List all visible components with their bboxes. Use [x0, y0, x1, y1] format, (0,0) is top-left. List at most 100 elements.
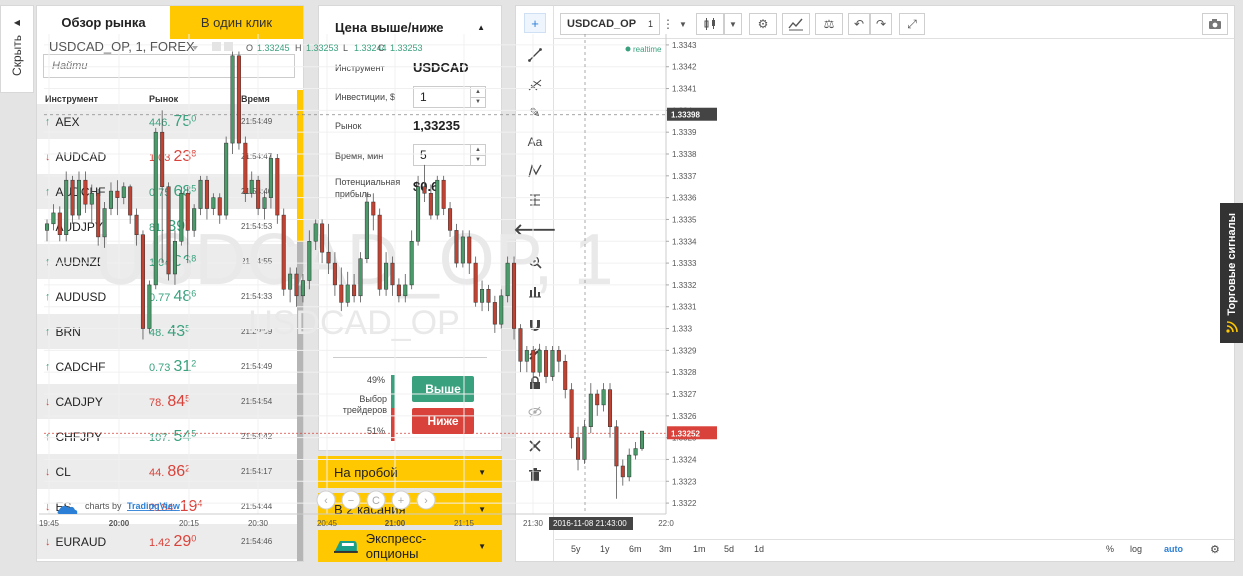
market-row-instrument: ↓ EURAUD [37, 535, 149, 549]
candle-body [384, 262, 389, 290]
tradingview-link[interactable]: TradingView [127, 501, 181, 511]
candle-body [601, 389, 606, 406]
candle-body [563, 361, 568, 390]
credit-prefix: charts by [85, 501, 122, 511]
more-vertical-icon[interactable]: ⋮ [661, 13, 675, 35]
timeframe-1d[interactable]: 1d [754, 544, 764, 554]
candle-body [403, 284, 408, 297]
timeframe-1y[interactable]: 1y [600, 544, 610, 554]
candle-body [134, 214, 139, 235]
chart-symbol-title: USDCAD_OP, 1, FOREX [49, 39, 195, 54]
ohlc-l-label: L [343, 43, 348, 53]
candle-body [140, 234, 145, 329]
candle-body [364, 201, 369, 259]
symbol-search[interactable]: USDCAD_OP 1 [560, 13, 660, 35]
trading-signals-tab[interactable]: Торговые сигналы [1220, 203, 1243, 343]
candle-body [428, 193, 433, 216]
timeframe-5d[interactable]: 5d [724, 544, 734, 554]
candle-body [588, 393, 593, 427]
symbol-name: USDCAD_OP [567, 18, 637, 30]
camera-icon[interactable] [1202, 13, 1228, 35]
candle-body [492, 302, 497, 325]
timeframe-6m[interactable]: 6m [629, 544, 642, 554]
candle-body [332, 262, 337, 286]
hide-panel-tab[interactable]: ◀ Скрыть [0, 5, 34, 93]
price-tick-label: 1.3331 [672, 303, 697, 312]
candle-body [44, 223, 50, 231]
price-tick-label: 1.3333 [672, 259, 697, 268]
candle-body [217, 197, 222, 216]
option-express-title: Экспресс-опционы [334, 531, 478, 561]
candle-body [160, 131, 165, 187]
candle-body [262, 197, 267, 209]
last-price-label: 1.33252 [671, 429, 700, 438]
candle-body [639, 430, 645, 449]
candle-body [358, 258, 363, 297]
instrument-name: EURAUD [55, 534, 107, 549]
ohlc-c-label: C [378, 43, 385, 53]
interval-dropdown-icon[interactable]: ▼ [676, 13, 690, 35]
price-tick-label: 1.3343 [672, 41, 697, 50]
candle-body [236, 55, 241, 144]
candle-body [57, 212, 62, 235]
style-dropdown-icon[interactable]: ▼ [724, 13, 742, 35]
settings-square-icon[interactable] [212, 42, 221, 51]
redo-icon[interactable]: ↷ [870, 13, 892, 35]
close-square-icon[interactable] [224, 42, 233, 51]
price-fraction: 0 [191, 532, 197, 543]
option-express[interactable]: Экспресс-опционы ▼ [318, 530, 502, 562]
candle-body [192, 208, 197, 231]
indicators-icon[interactable] [782, 13, 810, 35]
price-chart[interactable]: USDCAD_OP, 1USDCAD_OP1.33221.33231.33241… [39, 34, 719, 532]
price-tick-label: 1.3327 [672, 390, 697, 399]
timeframe-5y[interactable]: 5y [571, 544, 581, 554]
crosshair-price-label: 1.33398 [671, 111, 700, 120]
time-tick-label: 21:30 [523, 519, 544, 528]
candle-body [172, 241, 177, 275]
candle-body [576, 437, 581, 460]
fullscreen-icon[interactable]: ⤢ [899, 13, 925, 35]
candle-body [147, 284, 152, 329]
candle-body [620, 465, 625, 478]
candle-body [249, 179, 254, 194]
price-tick-label: 1.3334 [672, 237, 697, 246]
scale-auto[interactable]: auto [1164, 544, 1183, 554]
price-tick-label: 1.3323 [672, 477, 697, 486]
cloud-icon [57, 505, 78, 514]
price-tick-label: 1.3324 [672, 455, 697, 464]
candle-body [294, 273, 299, 297]
scale-log[interactable]: log [1130, 544, 1142, 554]
gear-icon[interactable]: ⚙ [749, 13, 777, 35]
price-pips: 29 [173, 532, 192, 550]
candle-body [633, 448, 638, 456]
candle-body [512, 262, 517, 329]
candle-body [454, 230, 459, 264]
candle-body [230, 55, 235, 144]
candle-body [102, 208, 107, 238]
candle-body [128, 186, 133, 216]
candles-style-icon[interactable] [696, 13, 724, 35]
timeframe-1m[interactable]: 1m [693, 544, 706, 554]
crosshair-icon[interactable]: + [524, 13, 546, 33]
gear-icon[interactable]: ⚙ [1210, 543, 1220, 556]
price-tick-label: 1.3336 [672, 194, 697, 203]
candle-body [243, 142, 248, 194]
compare-scales-icon[interactable]: ⚖ [815, 13, 843, 35]
ohlc-h: 1.33253 [306, 43, 339, 53]
price-tick-label: 1.3342 [672, 63, 697, 72]
candle-body [64, 179, 69, 235]
candle-body [499, 295, 504, 325]
candle-body [307, 241, 312, 281]
trading-signals-label: Торговые сигналы [1225, 212, 1238, 316]
candle-body [313, 223, 318, 242]
candle-body [524, 350, 529, 362]
candle-body [256, 179, 261, 209]
candle-body [121, 186, 126, 198]
price-tick-label: 1.3338 [672, 150, 697, 159]
candle-body [422, 186, 427, 194]
scale-percent[interactable]: % [1106, 544, 1114, 554]
candle-body [390, 262, 395, 286]
timeframe-3m[interactable]: 3m [659, 544, 672, 554]
undo-icon[interactable]: ↶ [848, 13, 870, 35]
ohlc-c: 1.33253 [390, 43, 423, 53]
